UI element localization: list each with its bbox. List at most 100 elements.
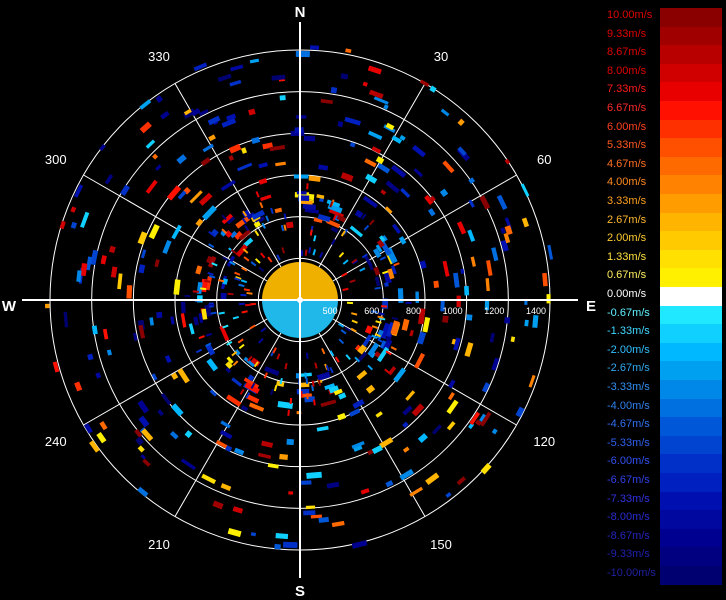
echo-segment	[274, 207, 283, 214]
legend-label: 0.67m/s	[607, 269, 647, 282]
bearing-label-210: 210	[148, 537, 170, 552]
echo-bin	[238, 283, 245, 288]
echo-bin	[198, 335, 205, 340]
echo-bin	[342, 259, 349, 265]
echo-bin	[249, 324, 256, 330]
legend-swatch	[660, 156, 722, 176]
echo-segment	[198, 192, 213, 206]
echo-segment	[155, 95, 164, 103]
legend-swatch	[660, 454, 722, 473]
echo-segment	[349, 408, 361, 417]
echo-segment	[520, 183, 530, 197]
echo-bin	[208, 303, 215, 306]
echo-segment	[137, 231, 148, 245]
legend-label: 4.00m/s	[607, 176, 647, 189]
legend-label: -0.67m/s	[607, 306, 650, 319]
echo-segment	[440, 108, 450, 117]
range-label: 1000	[443, 306, 463, 316]
echo-segment	[275, 533, 289, 540]
echo-bin	[265, 215, 270, 222]
echo-bin	[270, 207, 274, 215]
echo-segment	[279, 453, 288, 460]
echo-bin	[281, 247, 286, 254]
legend-entry: -3.33m/s	[605, 380, 726, 399]
echo-segment	[409, 486, 424, 497]
legend-entry: -7.33m/s	[605, 491, 726, 511]
echo-segment	[180, 458, 196, 471]
legend-label: 10.00m/s	[607, 9, 653, 21]
echo-segment	[442, 260, 450, 277]
echo-bin	[341, 272, 348, 278]
echo-segment	[470, 256, 476, 267]
echo-segment	[70, 221, 78, 229]
echo-segment	[162, 239, 172, 255]
echo-bin	[232, 315, 239, 320]
bearing-label-150: 150	[430, 537, 452, 552]
legend-label: -9.33m/s	[607, 548, 650, 561]
legend-swatch	[660, 82, 722, 101]
echo-bin	[238, 302, 245, 306]
echo-segment	[442, 315, 449, 323]
echo-segment	[228, 155, 235, 162]
echo-bin	[321, 347, 326, 355]
echo-segment	[288, 491, 294, 495]
echo-segment	[316, 425, 329, 432]
legend-swatch	[660, 566, 722, 585]
echo-bin	[379, 256, 387, 261]
echo-segment	[413, 168, 424, 178]
legend-swatch	[660, 287, 722, 306]
echo-segment	[142, 458, 151, 467]
echo-segment	[155, 164, 162, 171]
echo-segment	[402, 405, 413, 416]
legend-label: 8.67m/s	[607, 46, 647, 59]
legend-swatch	[660, 8, 722, 27]
bearing-label-240: 240	[45, 434, 67, 449]
echo-segment	[391, 164, 407, 178]
echo-segment	[380, 189, 387, 196]
echo-segment	[80, 211, 90, 229]
echo-segment	[176, 154, 187, 165]
legend-entry: -8.00m/s	[605, 510, 726, 529]
echo-segment	[208, 134, 216, 142]
echo-segment	[217, 73, 232, 82]
echo-segment	[258, 162, 269, 169]
echo-bin	[270, 388, 274, 396]
echo-segment	[479, 195, 491, 210]
echo-bin	[384, 368, 391, 374]
echo-bin	[273, 384, 278, 392]
echo-segment	[448, 379, 456, 389]
echo-bin	[374, 286, 381, 290]
echo-segment	[387, 366, 397, 376]
echo-bin	[259, 201, 264, 209]
legend-label: -1.33m/s	[607, 325, 650, 338]
echo-bin	[267, 256, 273, 263]
echo-segment	[384, 282, 389, 287]
echo-segment	[377, 162, 391, 174]
echo-segment	[320, 399, 337, 408]
legend-entry: -0.67m/s	[605, 305, 726, 325]
legend-entry: -6.00m/s	[605, 454, 726, 473]
echo-segment	[260, 194, 272, 202]
echo-segment	[180, 301, 186, 314]
echo-segment	[398, 236, 407, 245]
echo-segment	[219, 429, 233, 440]
legend-swatch	[660, 473, 722, 492]
legend-label: 0.00m/s	[607, 288, 647, 300]
echo-bin	[346, 301, 354, 305]
echo-bin	[283, 213, 287, 220]
echo-segment	[206, 358, 219, 372]
echo-segment	[220, 420, 231, 429]
echo-bin	[239, 388, 245, 395]
echo-segment	[491, 247, 499, 262]
echo-bin	[309, 229, 313, 236]
echo-segment	[170, 316, 175, 325]
echo-segment	[337, 121, 344, 128]
legend-entry: -2.00m/s	[605, 342, 726, 362]
echo-segment	[231, 377, 243, 387]
legend-swatch	[660, 138, 722, 157]
echo-segment	[173, 279, 181, 295]
echo-bin	[243, 256, 250, 262]
echo-segment	[433, 280, 440, 288]
legend-label: -6.00m/s	[607, 455, 650, 468]
echo-bin	[329, 366, 334, 374]
